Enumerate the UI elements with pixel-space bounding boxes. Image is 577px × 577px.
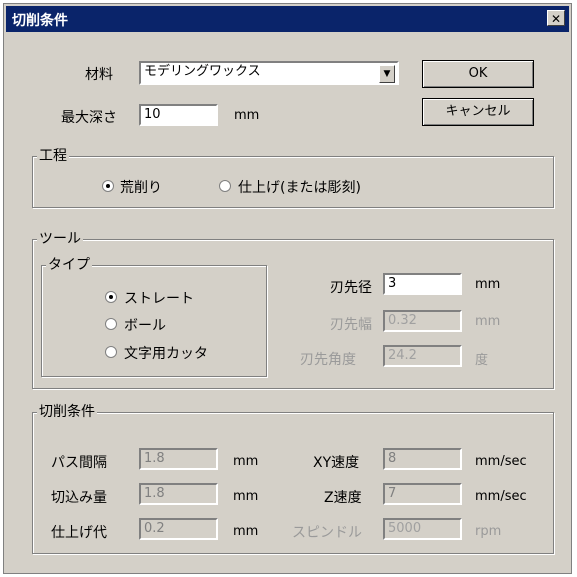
tool-type-group-title: タイプ — [46, 257, 92, 273]
ok-button[interactable]: OK — [422, 60, 534, 88]
z-speed-input[interactable]: 7 — [383, 483, 462, 505]
finish-allowance-unit: mm — [233, 524, 259, 539]
cut-amount-unit: mm — [233, 489, 259, 504]
pass-interval-value: 1.8 — [144, 451, 165, 466]
radio-engraving-cutter[interactable] — [105, 346, 117, 358]
radio-rough-cut[interactable] — [102, 180, 114, 192]
material-label: 材料 — [85, 67, 113, 83]
max-depth-input[interactable]: 10 — [139, 104, 218, 126]
tool-diameter-unit: mm — [475, 277, 501, 292]
pass-interval-label: パス間隔 — [51, 455, 107, 471]
rough-cut-label[interactable]: 荒削り — [120, 177, 162, 197]
radio-ball[interactable] — [105, 318, 117, 330]
finish-allowance-label: 仕上げ代 — [51, 525, 107, 541]
engraving-cutter-label[interactable]: 文字用カッタ — [124, 343, 208, 363]
pass-interval-unit: mm — [233, 454, 259, 469]
window-title: 切削条件 — [12, 13, 68, 29]
tool-angle-unit: 度 — [475, 353, 489, 368]
tool-diameter-label: 刃先径 — [330, 280, 372, 296]
finish-allowance-value: 0.2 — [144, 521, 165, 536]
cancel-button[interactable]: キャンセル — [422, 98, 534, 126]
max-depth-value: 10 — [144, 107, 161, 122]
material-select-value: モデリングワックス — [144, 64, 261, 79]
spindle-label: スピンドル — [292, 525, 362, 541]
ball-label[interactable]: ボール — [124, 315, 166, 335]
close-button[interactable]: ✕ — [547, 10, 565, 26]
chevron-down-icon[interactable]: ▼ — [379, 65, 395, 83]
tool-angle-input: 24.2 — [383, 345, 462, 367]
title-bar: 切削条件 ✕ — [6, 6, 569, 32]
xy-speed-unit: mm/sec — [475, 454, 527, 469]
spindle-unit: rpm — [475, 524, 502, 539]
cut-amount-label: 切込み量 — [51, 490, 107, 506]
max-depth-label: 最大深さ — [61, 110, 117, 126]
z-speed-label: Z速度 — [324, 490, 362, 506]
tool-width-unit: mm — [475, 314, 501, 329]
close-icon: ✕ — [550, 12, 562, 26]
z-speed-unit: mm/sec — [475, 489, 527, 504]
straight-label[interactable]: ストレート — [124, 288, 194, 308]
xy-speed-label: XY速度 — [313, 455, 360, 471]
radio-straight[interactable] — [105, 291, 117, 303]
pass-interval-input[interactable]: 1.8 — [139, 448, 218, 470]
cutting-group-title: 切削条件 — [37, 404, 97, 420]
tool-group-title: ツール — [37, 231, 83, 247]
tool-diameter-value: 3 — [388, 276, 397, 291]
tool-diameter-input[interactable]: 3 — [383, 273, 462, 295]
xy-speed-value: 8 — [388, 451, 397, 466]
spindle-input: 5000 — [383, 518, 462, 540]
cut-amount-value: 1.8 — [144, 486, 165, 501]
tool-width-label: 刃先幅 — [330, 317, 372, 333]
finish-allowance-input[interactable]: 0.2 — [139, 518, 218, 540]
tool-width-value: 0.32 — [388, 313, 417, 328]
radio-finish[interactable] — [219, 180, 231, 192]
xy-speed-input[interactable]: 8 — [383, 448, 462, 470]
tool-angle-value: 24.2 — [388, 348, 417, 363]
material-select[interactable]: モデリングワックス ▼ — [139, 61, 399, 85]
z-speed-value: 7 — [388, 486, 397, 501]
finish-label[interactable]: 仕上げ(または彫刻) — [238, 177, 361, 197]
tool-angle-label: 刃先角度 — [300, 352, 356, 368]
process-group-title: 工程 — [37, 148, 69, 164]
max-depth-unit: mm — [234, 108, 260, 123]
cut-amount-input[interactable]: 1.8 — [139, 483, 218, 505]
spindle-value: 5000 — [388, 521, 422, 536]
tool-width-input: 0.32 — [383, 310, 462, 332]
